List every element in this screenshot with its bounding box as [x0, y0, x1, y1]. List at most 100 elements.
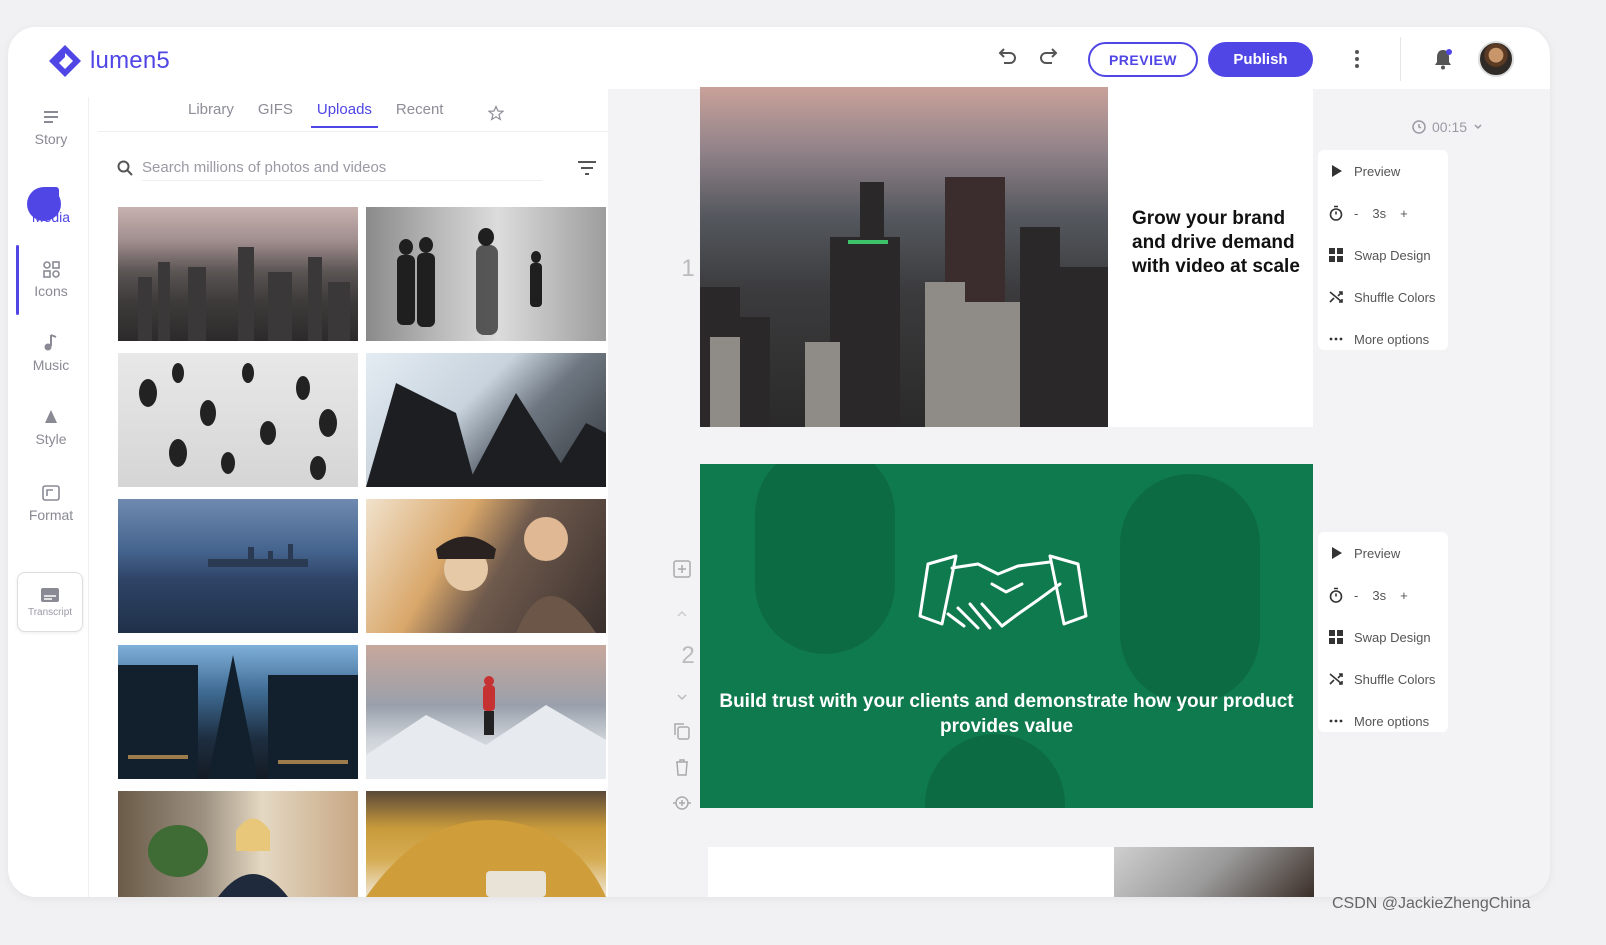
panel-divider: [88, 97, 89, 897]
media-thumb-skyscrapers-up[interactable]: [366, 353, 606, 487]
clock-icon: [1412, 120, 1426, 134]
nav-format[interactable]: Format: [16, 473, 86, 533]
preview-button[interactable]: PREVIEW: [1088, 42, 1198, 77]
style-brush-icon: [45, 410, 57, 423]
search-icon: [117, 160, 133, 176]
slide-2[interactable]: Build trust with your clients and demons…: [700, 464, 1313, 808]
slide-3-image[interactable]: [1114, 847, 1314, 897]
duration-value: 00:15: [1432, 119, 1468, 135]
tab-library[interactable]: Library: [188, 101, 234, 128]
media-thumb-woman-phone[interactable]: [118, 791, 358, 897]
slide-2-swap-design-button[interactable]: Swap Design: [1318, 616, 1458, 658]
app-logo[interactable]: lumen5: [48, 41, 170, 81]
stopwatch-icon: [1329, 587, 1343, 603]
format-icon: [42, 485, 60, 501]
ellipsis-icon: [1329, 719, 1343, 723]
nav-icons-label: Icons: [34, 283, 68, 299]
more-options-label: More options: [1354, 713, 1430, 729]
media-search-input[interactable]: [142, 155, 542, 181]
slide-1-swap-design-button[interactable]: Swap Design: [1318, 234, 1458, 276]
media-thumb-crowd-aerial[interactable]: [118, 353, 358, 487]
shuffle-colors-label: Shuffle Colors: [1354, 289, 1436, 305]
slide-2-text[interactable]: Build trust with your clients and demons…: [700, 689, 1313, 739]
preview-label: Preview: [1354, 163, 1401, 179]
shuffle-colors-label: Shuffle Colors: [1354, 671, 1436, 687]
chevron-down-icon[interactable]: [672, 687, 692, 707]
tab-recent[interactable]: Recent: [396, 101, 444, 128]
swap-design-label: Swap Design: [1354, 629, 1431, 645]
logo-text: lumen5: [90, 47, 170, 74]
slide-2-bg-shape: [1120, 474, 1260, 704]
play-icon: [1332, 165, 1342, 177]
notification-bell-icon[interactable]: [1431, 47, 1455, 71]
nav-style[interactable]: Style: [16, 397, 86, 457]
media-thumb-glass-towers[interactable]: [118, 645, 358, 779]
media-thumb-friends-laughing[interactable]: [366, 499, 606, 633]
slide-2-bg-shape: [925, 734, 1065, 808]
duration-increase-button[interactable]: +: [1400, 206, 1408, 221]
grid-icon: [1329, 630, 1343, 644]
media-thumb-person-sweater[interactable]: [366, 791, 606, 897]
nav-story[interactable]: Story: [16, 97, 86, 157]
grid-icon: [1329, 248, 1343, 262]
total-duration[interactable]: 00:15: [1412, 119, 1483, 135]
slide-1-actions: Preview - 3s + Swap Design Shuffle Color…: [1318, 150, 1448, 350]
media-thumb-city-seascape[interactable]: [118, 499, 358, 633]
user-avatar[interactable]: [1478, 41, 1514, 77]
filter-icon[interactable]: [576, 159, 598, 177]
slide-2-actions: Preview - 3s + Swap Design Shuffle Color…: [1318, 532, 1448, 732]
transcript-icon: [41, 587, 59, 602]
duration-value: 3s: [1372, 205, 1387, 221]
slide-1-shuffle-colors-button[interactable]: Shuffle Colors: [1318, 276, 1458, 318]
tab-uploads[interactable]: Uploads: [310, 101, 378, 128]
slide-2-duration-stepper: - 3s +: [1318, 574, 1458, 616]
story-icon: [44, 111, 58, 123]
slide-number-2: 2: [681, 642, 695, 669]
nav-story-label: Story: [34, 131, 68, 147]
favorites-star-icon[interactable]: [488, 105, 504, 121]
shuffle-icon: [1329, 291, 1343, 303]
nav-music[interactable]: Music: [16, 323, 86, 383]
tab-gifs[interactable]: GIFS: [258, 101, 293, 128]
slide-number-1: 1: [681, 255, 695, 282]
media-thumb-hiker-snow[interactable]: [366, 645, 606, 779]
duration-decrease-button[interactable]: -: [1354, 588, 1358, 603]
chevron-up-icon[interactable]: [672, 604, 692, 624]
duration-increase-button[interactable]: +: [1400, 588, 1408, 603]
header-divider: [1400, 37, 1401, 81]
trash-icon[interactable]: [672, 757, 692, 777]
slide-2-shuffle-colors-button[interactable]: Shuffle Colors: [1318, 658, 1458, 700]
nav-music-label: Music: [32, 357, 70, 373]
slide-1-preview-button[interactable]: Preview: [1318, 150, 1458, 192]
shuffle-icon: [1329, 673, 1343, 685]
slide-1-more-options-button[interactable]: More options: [1318, 318, 1458, 360]
chevron-down-icon: [1474, 124, 1482, 130]
slide-2-bg-shape: [755, 464, 895, 654]
add-scene-icon[interactable]: [672, 793, 692, 813]
ellipsis-icon: [1329, 337, 1343, 341]
slide-2-preview-button[interactable]: Preview: [1318, 532, 1458, 574]
transcript-label: Transcript: [27, 606, 73, 618]
media-thumb-city-skyline[interactable]: [118, 207, 358, 341]
music-note-icon: [44, 334, 57, 351]
handshake-icon: [918, 554, 1088, 630]
redo-icon[interactable]: [1038, 45, 1060, 67]
watermark-text: CSDN @JackieZhengChina: [1332, 895, 1531, 912]
publish-button[interactable]: Publish: [1208, 42, 1313, 77]
slide-1-image[interactable]: [700, 87, 1108, 427]
slide-2-more-options-button[interactable]: More options: [1318, 700, 1458, 742]
more-menu-icon[interactable]: [1351, 47, 1363, 71]
nav-icons[interactable]: Icons: [16, 249, 86, 309]
app-window: lumen5 PREVIEW Publish Story Media Icons: [8, 27, 1550, 897]
swap-design-label: Swap Design: [1354, 247, 1431, 263]
duplicate-icon[interactable]: [672, 721, 692, 741]
nav-format-label: Format: [28, 507, 74, 523]
slide-1-duration-stepper: - 3s +: [1318, 192, 1458, 234]
undo-icon[interactable]: [996, 45, 1018, 67]
icons-icon: [43, 261, 60, 278]
slide-1-text[interactable]: Grow your brand and drive demand with vi…: [1132, 207, 1302, 279]
transcript-button[interactable]: Transcript: [17, 572, 83, 632]
duration-decrease-button[interactable]: -: [1354, 206, 1358, 221]
add-slide-icon[interactable]: [672, 559, 692, 579]
media-thumb-silhouettes[interactable]: [366, 207, 606, 341]
